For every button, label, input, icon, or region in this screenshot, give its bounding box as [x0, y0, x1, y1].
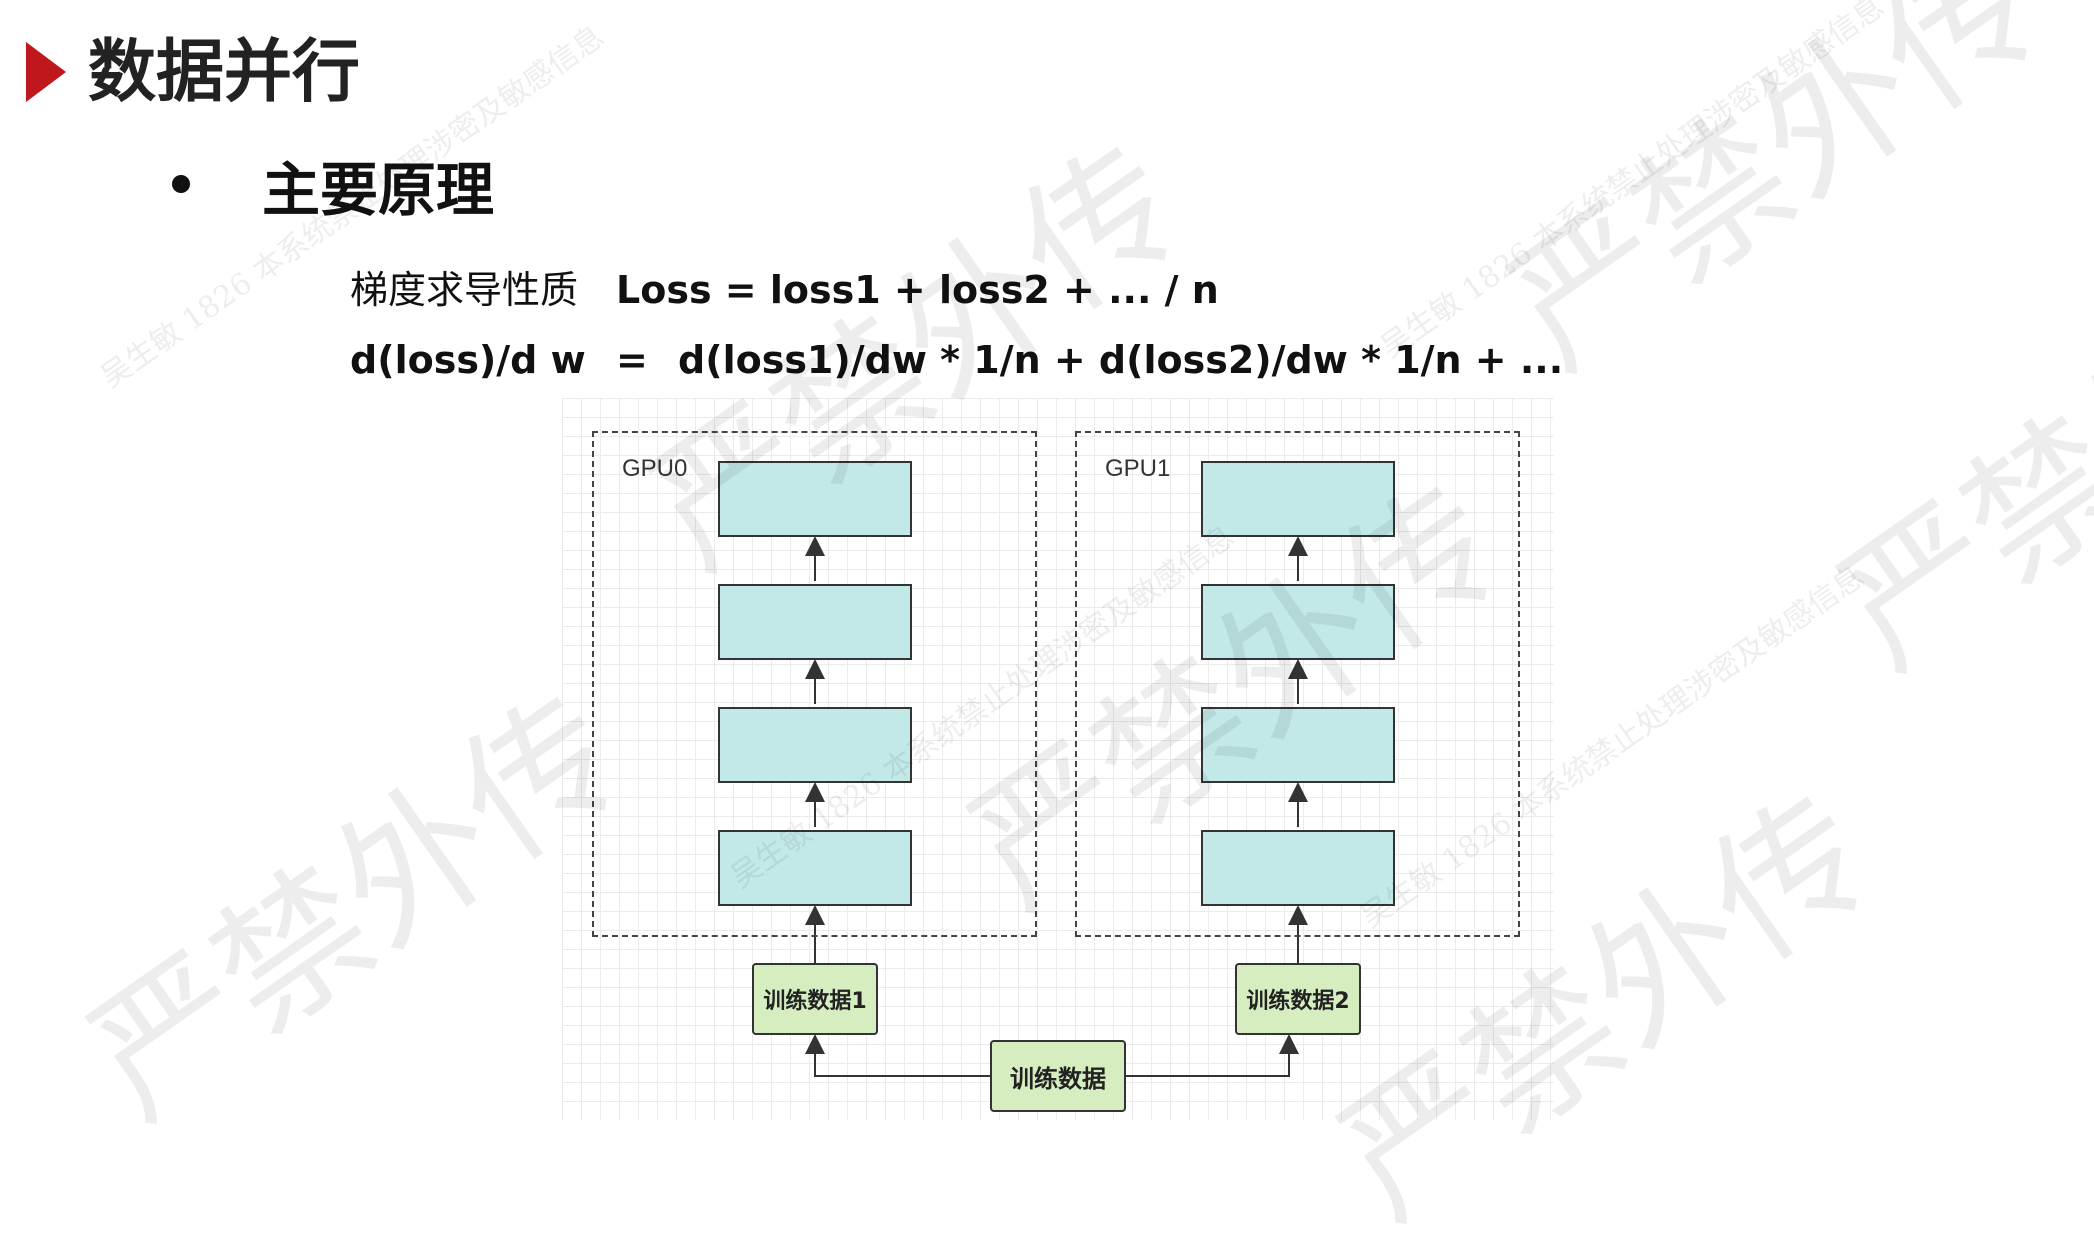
formula-loss: Loss = loss1 + loss2 + ... / n	[616, 268, 1219, 312]
gpu0-layer-2	[718, 584, 912, 660]
watermark: 吴生敏 1826 本系统禁止处理涉密及敏感信息	[1374, 0, 1891, 366]
gpu0-label: GPU0	[622, 455, 688, 482]
gpu1-layer-2	[1201, 584, 1395, 660]
data-parallel-diagram: GPU0 GPU1 训练数据1 训练数据2 训练数据	[562, 398, 1554, 1120]
formula-equals: =	[616, 338, 648, 382]
title-triangle-icon	[26, 42, 66, 102]
training-data-source: 训练数据	[990, 1040, 1126, 1112]
gpu0-layer-1	[718, 461, 912, 537]
title-text: 数据并行	[88, 33, 361, 112]
gpu0-layer-3	[718, 707, 912, 783]
gpu1-layer-1	[1201, 461, 1395, 537]
gpu0-layer-4	[718, 830, 912, 906]
formula-label: 梯度求导性质	[350, 268, 579, 312]
formula-gradient-rhs: d(loss1)/dw * 1/n + d(loss2)/dw * 1/n + …	[678, 338, 1564, 382]
section-heading: 主要原理	[262, 156, 495, 224]
gpu1-layer-4	[1201, 830, 1395, 906]
arrow-source-right	[1126, 1034, 1299, 1077]
training-data-1: 训练数据1	[752, 963, 878, 1035]
gpu1-layer-3	[1201, 707, 1395, 783]
arrow-source-left	[805, 1034, 990, 1077]
training-data-2: 训练数据2	[1235, 963, 1361, 1035]
watermark: 严禁外传	[1810, 214, 2094, 702]
formula-gradient-lhs: d(loss)/d w	[350, 338, 586, 382]
gpu1-label: GPU1	[1105, 455, 1171, 482]
bullet-icon	[172, 175, 190, 193]
